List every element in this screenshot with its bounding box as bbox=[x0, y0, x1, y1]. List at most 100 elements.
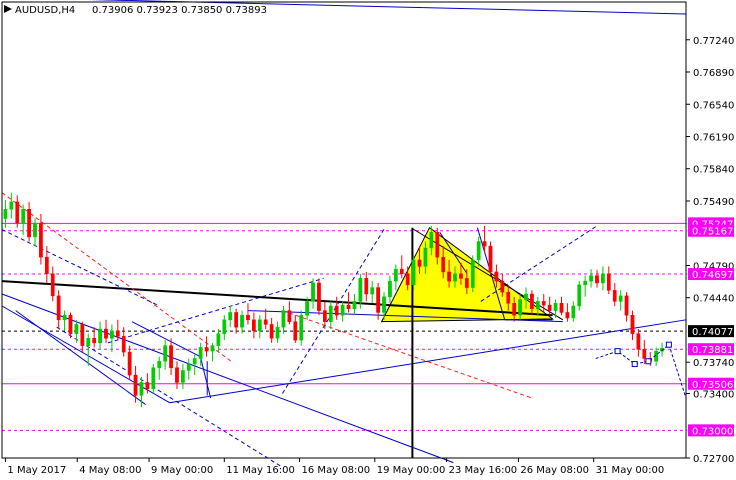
candle-body bbox=[287, 310, 292, 322]
candle-body bbox=[464, 278, 469, 288]
candle-body bbox=[121, 336, 126, 353]
candle-body bbox=[589, 275, 593, 282]
candle-body bbox=[423, 247, 428, 267]
candle-body bbox=[21, 209, 26, 224]
candle-body bbox=[435, 232, 440, 258]
candle-body bbox=[512, 302, 517, 316]
candle-body bbox=[133, 374, 138, 396]
plot-frame bbox=[1, 1, 687, 459]
candle-body bbox=[317, 282, 321, 311]
candle-body bbox=[624, 295, 629, 316]
y-tick-label: 0.76540 bbox=[693, 100, 734, 111]
candle-body bbox=[216, 333, 221, 346]
candle-body bbox=[157, 361, 162, 368]
y-tick-label: 0.76190 bbox=[693, 132, 734, 143]
level-tag-label: 0.74697 bbox=[692, 270, 733, 281]
candle-body bbox=[68, 314, 73, 334]
candle-body bbox=[222, 319, 227, 334]
candle-body bbox=[86, 337, 91, 346]
candle-body bbox=[565, 312, 570, 319]
level-tag-label: 0.74077 bbox=[692, 327, 733, 338]
candle-body bbox=[98, 328, 102, 344]
candle-body bbox=[606, 273, 611, 291]
candle-body bbox=[33, 222, 37, 238]
candle-body bbox=[506, 291, 511, 304]
forecast-marker bbox=[645, 358, 652, 365]
forecast-path bbox=[595, 343, 687, 399]
candle-body bbox=[630, 314, 635, 334]
y-tick-label: 0.75490 bbox=[693, 197, 734, 208]
candle-body bbox=[175, 367, 179, 383]
trend-line bbox=[169, 319, 687, 404]
candle-body bbox=[145, 382, 150, 390]
candle-body bbox=[311, 282, 315, 302]
trend-line bbox=[282, 310, 533, 399]
candle-body bbox=[257, 319, 262, 332]
candle-body bbox=[198, 347, 203, 359]
candle-body bbox=[405, 273, 410, 286]
forecast-marker bbox=[665, 341, 672, 348]
candle-body bbox=[104, 328, 108, 339]
level-tag-label: 0.73881 bbox=[692, 345, 733, 356]
candle-body bbox=[163, 345, 168, 362]
y-tick-label: 0.72700 bbox=[693, 454, 734, 465]
candle-body bbox=[417, 259, 422, 267]
candle-body bbox=[618, 295, 623, 302]
axes: 0.77240 0.76890 0.76540 0.76190 0.75840 0.754… bbox=[1, 1, 734, 476]
candle-body bbox=[494, 271, 499, 282]
candle-body bbox=[470, 259, 475, 288]
x-tick-label: 11 May 16:00 bbox=[226, 465, 295, 476]
candle-body bbox=[3, 209, 8, 219]
candle-body bbox=[293, 321, 298, 341]
candle-body bbox=[553, 302, 558, 311]
candle-body bbox=[192, 358, 197, 365]
price-chart: 0.77240 0.76890 0.76540 0.76190 0.75840 0.754… bbox=[1, 0, 734, 476]
candle-body bbox=[541, 301, 546, 306]
plot-area bbox=[1, 0, 687, 468]
candle-body bbox=[169, 345, 173, 368]
candle-body bbox=[601, 273, 605, 284]
candle-body bbox=[139, 382, 144, 396]
x-tick-label: 1 May 2017 bbox=[7, 465, 66, 476]
candle-body bbox=[388, 280, 392, 298]
level-tag-label: 0.75167 bbox=[692, 227, 733, 238]
candle-body bbox=[9, 201, 14, 210]
candle-body bbox=[340, 304, 345, 316]
candle-body bbox=[115, 330, 120, 337]
candle-body bbox=[204, 347, 209, 352]
candle-body bbox=[453, 273, 457, 282]
candle-body bbox=[411, 259, 416, 286]
candle-body bbox=[376, 287, 380, 313]
x-tick-label: 4 May 08:00 bbox=[79, 465, 141, 476]
candle-body bbox=[364, 278, 369, 295]
candle-body bbox=[334, 305, 339, 316]
trend-line bbox=[282, 227, 386, 394]
candle-body bbox=[500, 280, 505, 293]
candle-body bbox=[636, 333, 641, 350]
x-tick-label: 19 May 00:00 bbox=[377, 465, 446, 476]
candle-body bbox=[305, 301, 309, 316]
candle-body bbox=[358, 278, 363, 302]
y-tick-label: 0.73400 bbox=[693, 390, 734, 401]
x-tick-label: 9 May 00:00 bbox=[151, 465, 213, 476]
candle-body bbox=[127, 351, 132, 376]
candle-body bbox=[15, 201, 20, 224]
trend-line bbox=[1, 229, 160, 307]
candle-body bbox=[328, 305, 333, 322]
candle-body bbox=[352, 301, 357, 310]
candle-body bbox=[488, 245, 493, 273]
candle-body bbox=[151, 367, 156, 390]
candle-body bbox=[595, 275, 599, 284]
candle-body bbox=[382, 296, 386, 313]
candle-body bbox=[39, 222, 43, 258]
candle-body bbox=[547, 304, 552, 311]
x-tick-label: 23 May 16:00 bbox=[449, 465, 518, 476]
candle-body bbox=[583, 280, 588, 286]
candle-body bbox=[524, 293, 528, 300]
x-tick-label: 31 May 00:00 bbox=[596, 465, 665, 476]
candle-body bbox=[74, 324, 79, 334]
candle-body bbox=[110, 330, 114, 339]
y-tick-label: 0.73740 bbox=[693, 358, 734, 369]
x-tick-label: 16 May 08:00 bbox=[302, 465, 371, 476]
x-tick-label: 26 May 08:00 bbox=[520, 465, 589, 476]
